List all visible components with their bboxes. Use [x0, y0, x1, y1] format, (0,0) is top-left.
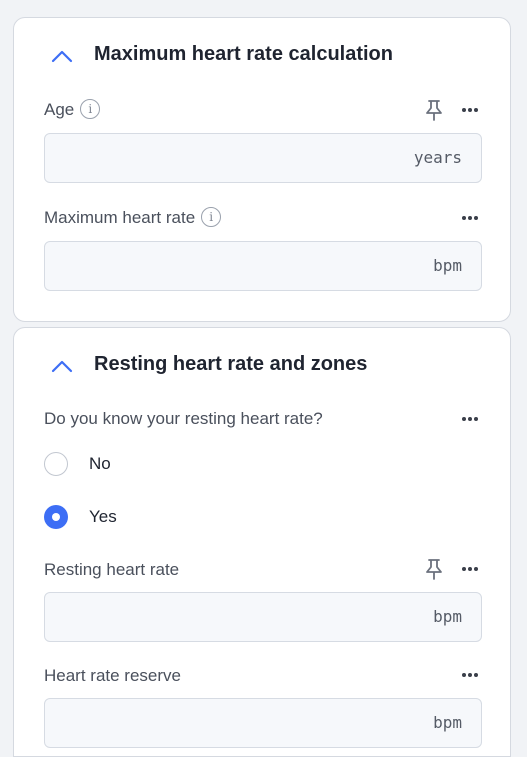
more-options-button[interactable] — [458, 407, 482, 431]
section-title: Maximum heart rate calculation — [94, 43, 393, 65]
field-label-text: Maximum heart rate — [44, 208, 196, 227]
pin-icon — [426, 100, 442, 121]
more-horizontal-icon — [462, 216, 478, 220]
pin-button[interactable] — [422, 98, 446, 122]
more-horizontal-icon — [462, 567, 478, 571]
heart-rate-reserve-input-box: bpm — [44, 698, 482, 749]
radio-label: No — [89, 454, 111, 473]
chevron-up-icon — [51, 360, 73, 373]
unit-label: bpm — [433, 256, 462, 275]
age-input[interactable] — [57, 134, 391, 184]
max-heart-rate-input-box: bpm — [44, 241, 482, 292]
more-horizontal-icon — [462, 417, 478, 421]
chevron-up-icon — [51, 50, 73, 63]
age-label: Age i — [44, 98, 101, 121]
more-horizontal-icon — [462, 673, 478, 677]
resting-question-label: Do you know your resting heart rate? — [44, 409, 323, 428]
radio-button-selected[interactable] — [44, 505, 68, 529]
pin-button[interactable] — [422, 557, 446, 581]
resting-heart-rate-input-box: bpm — [44, 592, 482, 643]
more-options-button[interactable] — [458, 663, 482, 687]
max-heart-rate-label: Maximum heart rate i — [44, 206, 222, 229]
radio-label: Yes — [89, 507, 117, 526]
more-options-button[interactable] — [458, 206, 482, 230]
max-heart-rate-section: Maximum heart rate calculation Age i year… — [13, 17, 511, 322]
heart-rate-reserve-input[interactable] — [57, 699, 391, 749]
more-horizontal-icon — [462, 108, 478, 112]
section-collapse-toggle[interactable] — [48, 355, 76, 377]
heart-rate-reserve-label: Heart rate reserve — [44, 666, 181, 685]
radio-option-yes[interactable]: Yes — [44, 504, 117, 530]
section-collapse-toggle[interactable] — [48, 45, 76, 67]
more-options-button[interactable] — [458, 557, 482, 581]
unit-label: bpm — [433, 713, 462, 732]
radio-option-no[interactable]: No — [44, 451, 111, 477]
unit-label: bpm — [433, 607, 462, 626]
age-input-box: years — [44, 133, 482, 184]
radio-button[interactable] — [44, 452, 68, 476]
pin-icon — [426, 559, 442, 580]
resting-heart-rate-section: Resting heart rate and zones Do you know… — [13, 327, 511, 757]
field-label-text: Age — [44, 100, 75, 119]
info-icon[interactable]: i — [80, 98, 101, 119]
more-options-button[interactable] — [458, 98, 482, 122]
unit-label: years — [413, 148, 462, 167]
section-title: Resting heart rate and zones — [94, 353, 368, 375]
resting-heart-rate-label: Resting heart rate — [44, 560, 180, 579]
resting-heart-rate-input[interactable] — [57, 593, 391, 643]
max-heart-rate-input[interactable] — [57, 242, 391, 292]
info-icon[interactable]: i — [201, 206, 222, 227]
